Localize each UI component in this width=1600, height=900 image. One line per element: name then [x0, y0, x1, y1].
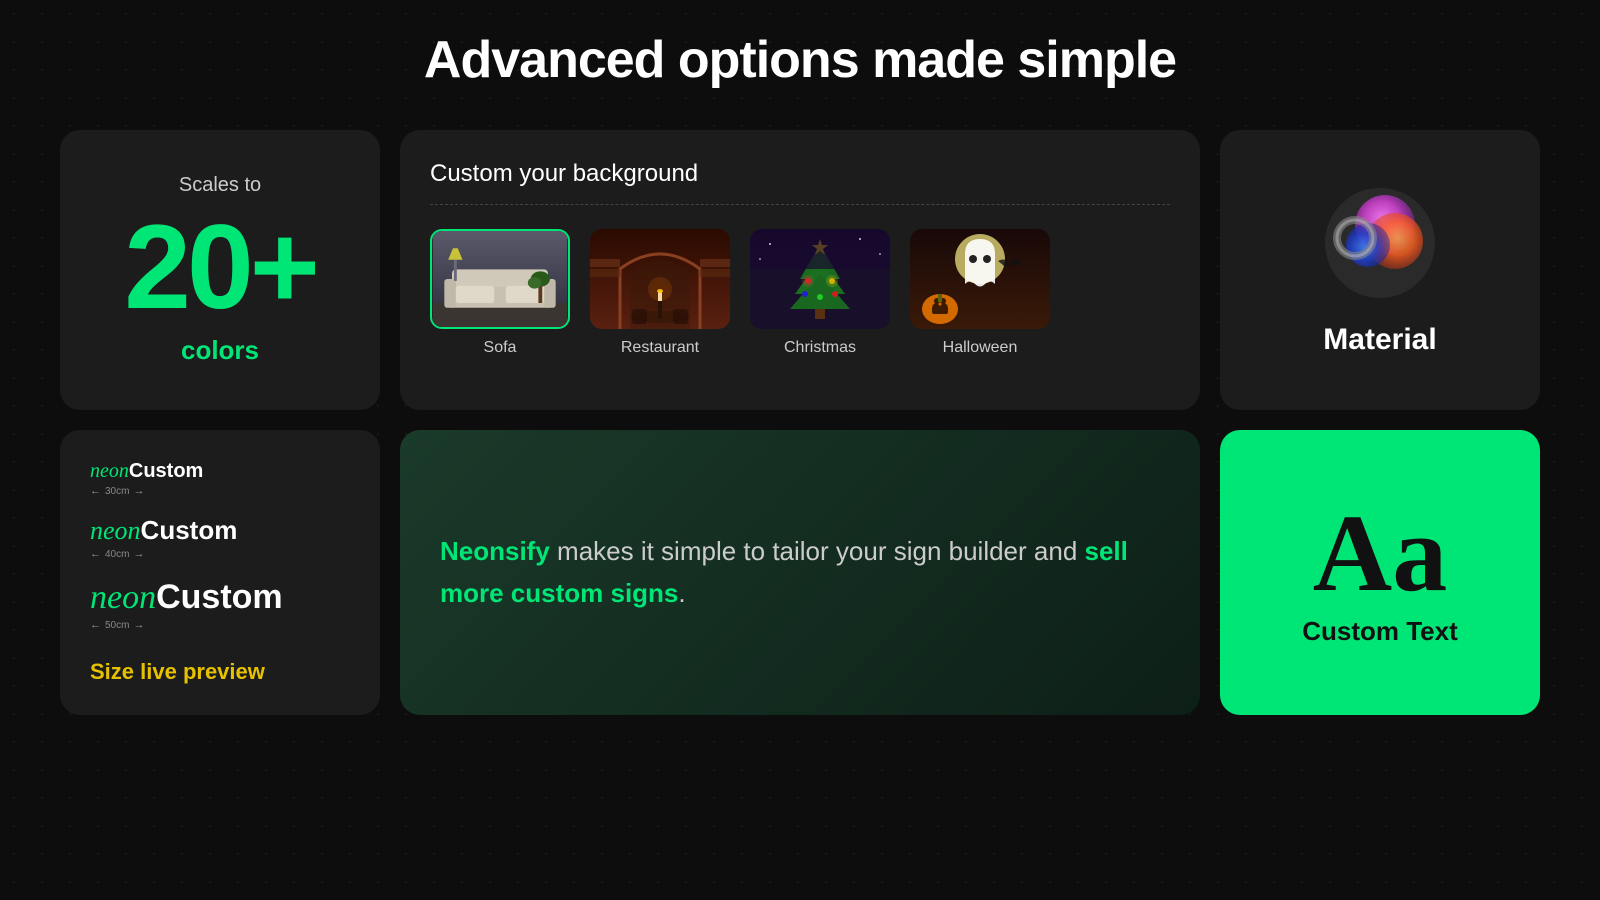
neon-text-rows: neon Custom ← 30cm → neon Custom: [90, 460, 350, 631]
ruler-30: ← 30cm →: [90, 485, 144, 497]
size-50: 50cm: [105, 620, 129, 631]
custom-word-30: Custom: [129, 460, 203, 483]
card-custom-text: Aa Custom Text: [1220, 430, 1540, 715]
size-40: 40cm: [105, 549, 129, 560]
card-material: Material: [1220, 130, 1540, 410]
sofa-thumbnail[interactable]: [430, 229, 570, 329]
brand-name: Neonsify: [440, 536, 550, 566]
description-paragraph: Neonsify makes it simple to tailor your …: [440, 531, 1160, 614]
card-description: Neonsify makes it simple to tailor your …: [400, 430, 1200, 715]
halloween-label: Halloween: [943, 339, 1018, 357]
bg-thumb-christmas[interactable]: Christmas: [750, 229, 890, 357]
neon-word-50: neon: [90, 579, 156, 617]
custom-text-aa: Aa: [1313, 498, 1447, 608]
restaurant-label: Restaurant: [621, 339, 699, 357]
custom-word-50: Custom: [156, 578, 283, 617]
restaurant-thumbnail[interactable]: [590, 229, 730, 329]
neon-word-30: neon: [90, 460, 129, 483]
custom-text-label: Custom Text: [1302, 616, 1458, 647]
material-icon: [1320, 183, 1440, 303]
neon-item-40: neon Custom ← 40cm →: [90, 515, 350, 560]
card-bg-divider: [430, 204, 1170, 205]
neon-item-50: neon Custom ← 50cm →: [90, 578, 350, 631]
scales-label: Scales to: [179, 174, 261, 197]
card-background: Custom your background: [400, 130, 1200, 410]
halloween-thumbnail[interactable]: [910, 229, 1050, 329]
neon-item-30: neon Custom ← 30cm →: [90, 460, 350, 497]
christmas-thumbnail[interactable]: [750, 229, 890, 329]
bg-thumb-sofa[interactable]: Sofa: [430, 229, 570, 357]
christmas-label: Christmas: [784, 339, 856, 357]
bg-thumb-halloween[interactable]: Halloween: [910, 229, 1050, 357]
scales-colors-label: colors: [181, 335, 259, 366]
card-size: neon Custom ← 30cm → neon Custom: [60, 430, 380, 715]
card-bg-title: Custom your background: [430, 160, 1170, 188]
bg-thumbnails: Sofa: [430, 229, 1170, 357]
scales-number: 20+: [124, 207, 316, 327]
page-title: Advanced options made simple: [424, 30, 1176, 90]
custom-word-40: Custom: [141, 515, 238, 546]
desc-text-1: makes it simple to tailor your sign buil…: [550, 536, 1085, 566]
ruler-40: ← 40cm →: [90, 548, 144, 560]
material-label: Material: [1323, 323, 1436, 357]
bg-thumb-restaurant[interactable]: Restaurant: [590, 229, 730, 357]
size-live-preview-label: Size live preview: [90, 659, 265, 685]
size-30: 30cm: [105, 486, 129, 497]
sofa-label: Sofa: [484, 339, 517, 357]
ruler-50: ← 50cm →: [90, 619, 144, 631]
page-wrapper: Advanced options made simple Scales to 2…: [0, 0, 1600, 900]
desc-text-2: .: [678, 578, 685, 608]
neon-word-40: neon: [90, 516, 141, 546]
card-scales: Scales to 20+ colors: [60, 130, 380, 410]
grid-layout: Scales to 20+ colors Custom your backgro…: [60, 130, 1540, 715]
